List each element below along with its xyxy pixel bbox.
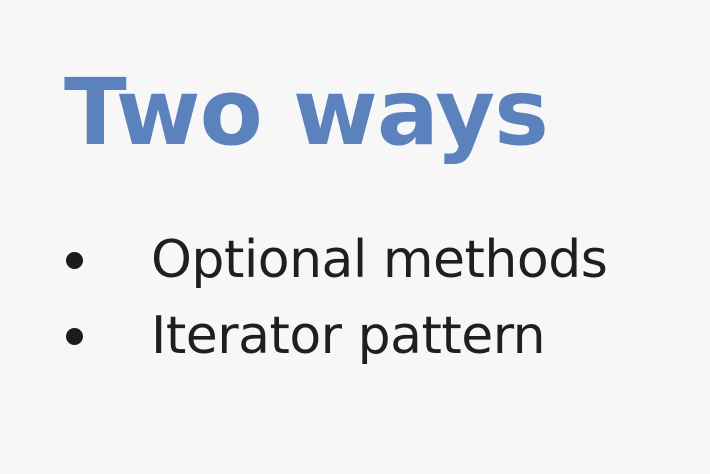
bullet-icon <box>66 327 83 345</box>
bullet-text: Iterator pattern <box>151 306 546 366</box>
slide-title: Two ways <box>64 59 549 166</box>
bullet-list: Optional methods Iterator pattern <box>64 222 608 374</box>
list-item: Iterator pattern <box>64 298 607 374</box>
bullet-icon <box>66 251 83 269</box>
list-item: Optional methods <box>64 222 608 298</box>
bullet-text: Optional methods <box>151 230 608 290</box>
slide: Two ways Optional methods Iterator patte… <box>0 0 710 474</box>
